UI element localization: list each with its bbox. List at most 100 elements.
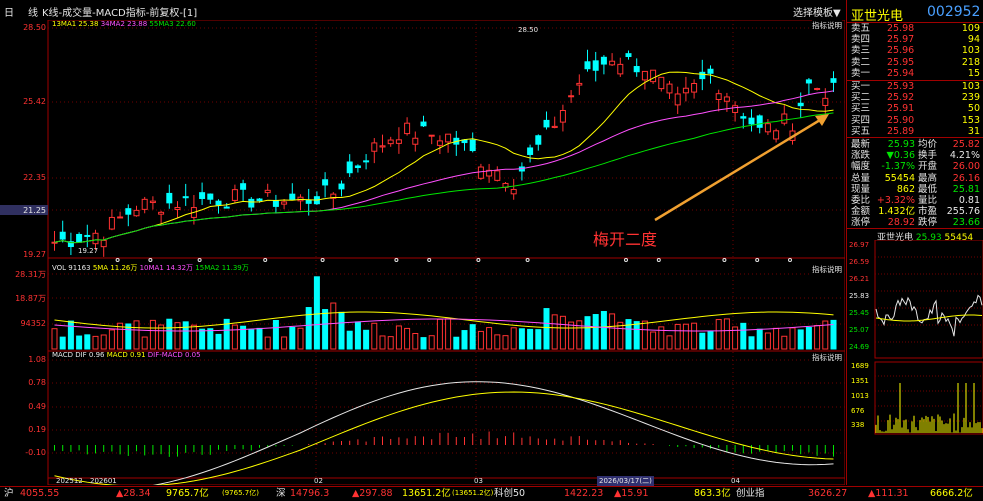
sz-label[interactable]: 深 bbox=[276, 487, 286, 500]
volume-bar bbox=[51, 328, 58, 350]
mini-price-label: 25.45 bbox=[849, 309, 870, 317]
ask-row[interactable]: 卖五 25.98 109 bbox=[847, 23, 983, 34]
macd-legend: MACD DIF 0.96 MACD 0.91 DIF-MACD 0.05 bbox=[52, 351, 201, 359]
ask-price: 25.95 bbox=[887, 56, 915, 68]
volume-indicator-button[interactable]: 指标说明 bbox=[812, 264, 842, 275]
quote-label: 涨跌 bbox=[851, 150, 871, 162]
macd-indicator-button[interactable]: 指标说明 bbox=[812, 352, 842, 363]
sh-label[interactable]: 沪 bbox=[4, 487, 14, 500]
signal-dot bbox=[788, 258, 792, 262]
candle-body bbox=[600, 56, 607, 65]
volume-bar bbox=[207, 328, 214, 350]
volume-bar bbox=[764, 332, 771, 350]
bid-row[interactable]: 买五 25.89 31 bbox=[847, 126, 983, 137]
candle-body bbox=[240, 183, 247, 190]
ask-row[interactable]: 卖三 25.96 103 bbox=[847, 45, 983, 56]
volume-bar bbox=[740, 322, 747, 350]
volume-bar bbox=[773, 327, 780, 350]
stock-header: 亚世光电 002952 bbox=[847, 2, 983, 24]
volume-bar bbox=[814, 324, 821, 350]
chart-title: K线-成交量-MACD指标-前复权-[1] bbox=[42, 8, 198, 19]
signal-dot bbox=[263, 258, 268, 262]
candle-body bbox=[674, 93, 681, 106]
volume-bar bbox=[379, 335, 386, 350]
volume-bar bbox=[584, 316, 591, 350]
volume-bar bbox=[715, 319, 722, 350]
vol-legend: VOL 91163 bbox=[52, 264, 91, 272]
y-label-macd-2: 0.49 bbox=[28, 402, 46, 411]
y-label-vol-2: 94352 bbox=[20, 319, 46, 328]
signal-dot bbox=[624, 258, 628, 262]
bid-row[interactable]: 买二 25.92 239 bbox=[847, 92, 983, 103]
volume-bar bbox=[297, 327, 304, 350]
bid-volume: 239 bbox=[961, 92, 980, 104]
ask-row[interactable]: 卖一 25.94 15 bbox=[847, 68, 983, 79]
volume-bar bbox=[395, 325, 402, 350]
signal-dot bbox=[722, 258, 727, 262]
candle-body bbox=[346, 161, 353, 174]
volume-bar bbox=[133, 320, 140, 350]
candle-body bbox=[141, 198, 148, 210]
volume-bar bbox=[281, 336, 288, 350]
signal-dot bbox=[394, 258, 399, 262]
volume-bar bbox=[576, 320, 583, 350]
volume-bar bbox=[338, 311, 345, 350]
sz-change: ▲297.88 bbox=[352, 488, 393, 499]
mini-price-label: 24.69 bbox=[849, 343, 870, 351]
quote-row: 委比 +3.32% 量比 0.81 bbox=[847, 195, 983, 206]
candle-body bbox=[363, 160, 370, 163]
quote-value: -1.37% bbox=[881, 161, 915, 173]
kline-label[interactable]: 线 bbox=[28, 4, 38, 19]
candle-body bbox=[272, 200, 279, 207]
ask-price: 25.98 bbox=[887, 23, 915, 34]
ask-price: 25.97 bbox=[887, 34, 915, 46]
ask-label: 卖五 bbox=[851, 23, 871, 34]
quote-label: 涨停 bbox=[851, 217, 871, 229]
main-indicator-button[interactable]: 指标说明 bbox=[812, 20, 842, 31]
volume-bar bbox=[158, 324, 165, 350]
volume-bar bbox=[691, 322, 698, 350]
signal-dot bbox=[115, 258, 120, 262]
volume-bar bbox=[313, 276, 320, 350]
candle-body bbox=[387, 139, 394, 145]
bid-row[interactable]: 买一 25.93 103 bbox=[847, 81, 983, 92]
volume-bar bbox=[461, 330, 468, 350]
template-select-button[interactable]: 选择模板▼ bbox=[793, 4, 841, 19]
signal-dot bbox=[525, 258, 530, 262]
kc-change: ▲15.91 bbox=[614, 488, 649, 499]
volume-bar bbox=[264, 336, 271, 350]
top-bar: 日 线 K线-成交量-MACD指标-前复权-[1] 选择模板▼ bbox=[0, 0, 983, 20]
annotation-text: 梅开二度 bbox=[593, 230, 658, 249]
quote-label-2: 量比 bbox=[918, 195, 938, 206]
bid-row[interactable]: 买四 25.90 153 bbox=[847, 115, 983, 126]
mini-vol-label: 1351 bbox=[851, 377, 869, 385]
volume-bar bbox=[559, 315, 566, 350]
kc-label[interactable]: 科创50 bbox=[494, 487, 525, 500]
quote-divider bbox=[847, 137, 983, 138]
volume-bar bbox=[674, 323, 681, 350]
signal-dot bbox=[755, 258, 760, 262]
quote-label: 金额 bbox=[851, 206, 871, 218]
candle-body bbox=[117, 216, 124, 219]
volume-bar bbox=[428, 335, 435, 350]
trend-arrow bbox=[654, 115, 826, 222]
quote-value-2: 25.81 bbox=[952, 183, 980, 195]
y-label-vol-0: 28.31万 bbox=[15, 270, 46, 279]
sh-change: ▲28.34 bbox=[116, 488, 151, 499]
bid-row[interactable]: 买三 25.91 50 bbox=[847, 103, 983, 114]
ask-row[interactable]: 卖二 25.95 218 bbox=[847, 57, 983, 68]
volume-bar bbox=[248, 329, 255, 350]
ask-price: 25.94 bbox=[887, 67, 915, 79]
candle-body bbox=[305, 199, 312, 204]
volume-bar bbox=[215, 333, 222, 350]
volume-bar bbox=[412, 333, 419, 350]
period-label[interactable]: 日 bbox=[4, 4, 14, 19]
macd-dea-legend: MACD 0.91 bbox=[106, 351, 146, 359]
chart-area[interactable] bbox=[0, 20, 845, 485]
volume-bar bbox=[76, 335, 83, 350]
ma13-legend: 13MA1 25.38 bbox=[52, 20, 99, 28]
volume-bar bbox=[387, 336, 394, 350]
cy-label[interactable]: 创业指 bbox=[736, 487, 765, 500]
ask-row[interactable]: 卖四 25.97 94 bbox=[847, 34, 983, 45]
candle-body bbox=[84, 234, 91, 237]
